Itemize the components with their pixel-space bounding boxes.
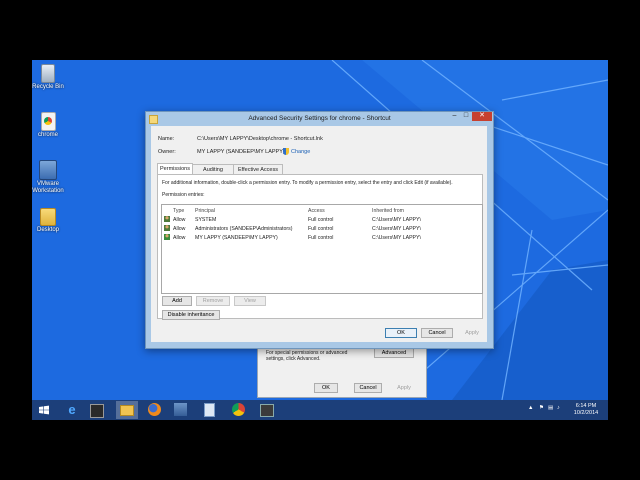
permission-entries-label: Permission entries: bbox=[162, 192, 205, 198]
mouse-cursor-icon bbox=[368, 275, 374, 281]
column-header-access[interactable]: Access bbox=[308, 208, 325, 214]
permissions-panel: For additional information, double-click… bbox=[157, 174, 483, 320]
name-label: Name: bbox=[158, 136, 175, 142]
ok-button[interactable]: OK bbox=[385, 328, 417, 338]
owner-label: Owner: bbox=[158, 149, 176, 155]
row-principal: MY LAPPY (SANDEEP\MY LAPPY) bbox=[195, 235, 278, 241]
desktop-icon-label: chrome bbox=[37, 132, 58, 138]
bg-cancel-button[interactable]: Cancel bbox=[354, 383, 382, 393]
user-icon bbox=[164, 234, 170, 240]
maximize-button[interactable]: □ bbox=[460, 112, 472, 121]
desktop-icon-label: Recycle Bin bbox=[32, 84, 64, 90]
remove-button[interactable]: Remove bbox=[196, 296, 230, 306]
add-button[interactable]: Add bbox=[162, 296, 192, 306]
recycle-bin-icon bbox=[41, 64, 55, 83]
desktop-icon-label: Desktop bbox=[36, 227, 59, 233]
tray-arrow-icon[interactable]: ▲ bbox=[528, 405, 533, 411]
row-type: Allow bbox=[173, 235, 186, 241]
desktop-icon-chrome[interactable]: chrome bbox=[32, 112, 66, 139]
bg-apply-button[interactable]: Apply bbox=[390, 383, 418, 393]
change-owner-link[interactable]: Change bbox=[291, 149, 310, 155]
user-group-icon bbox=[164, 216, 170, 222]
advanced-security-dialog: Advanced Security Settings for chrome - … bbox=[145, 111, 494, 349]
column-header-type[interactable]: Type bbox=[173, 208, 184, 214]
cancel-button[interactable]: Cancel bbox=[421, 328, 453, 338]
user-group-icon bbox=[164, 225, 170, 231]
title-bar[interactable]: Advanced Security Settings for chrome - … bbox=[146, 112, 493, 126]
file-explorer-icon[interactable] bbox=[116, 401, 138, 419]
notepad-icon[interactable] bbox=[204, 403, 215, 417]
row-type: Allow bbox=[173, 217, 186, 223]
row-type: Allow bbox=[173, 226, 186, 232]
apply-button[interactable]: Apply bbox=[457, 328, 487, 338]
folder-icon bbox=[40, 208, 56, 226]
close-button[interactable]: ✕ bbox=[472, 112, 492, 121]
desktop-icon-recycle-bin[interactable]: Recycle Bin bbox=[32, 64, 66, 91]
disable-inheritance-button[interactable]: Disable inheritance bbox=[162, 310, 220, 320]
start-button[interactable] bbox=[36, 402, 52, 418]
owner-value: MY LAPPY (SANDEEP\MY LAPPY) bbox=[197, 149, 285, 155]
minimize-button[interactable]: – bbox=[449, 112, 460, 121]
firefox-icon[interactable] bbox=[148, 403, 161, 416]
clock-time: 6:14 PM bbox=[575, 403, 597, 409]
shield-icon bbox=[283, 148, 289, 155]
dialog-title: Advanced Security Settings for chrome - … bbox=[248, 115, 391, 122]
advanced-hint-text: For special permissions or advanced sett… bbox=[266, 350, 348, 362]
desktop-icon-label: VMware Workstation bbox=[32, 181, 64, 194]
taskbar: e ▲ ⚑ ▤ ♪ 6:14 PM 10/2/2014 bbox=[32, 400, 608, 420]
clock-date: 10/2/2014 bbox=[573, 410, 599, 416]
properties-dialog-background: For special permissions or advanced sett… bbox=[257, 341, 427, 398]
row-inherited-from: C:\Users\MY LAPPY\ bbox=[372, 226, 421, 232]
info-text: For additional information, double-click… bbox=[162, 180, 453, 186]
desktop: Recycle Bin chrome VMware Workstation De… bbox=[32, 60, 608, 420]
bg-ok-button[interactable]: OK bbox=[314, 383, 338, 393]
vmware-icon bbox=[39, 160, 57, 180]
advanced-button[interactable]: Advanced bbox=[374, 348, 414, 358]
desktop-icon-vmware[interactable]: VMware Workstation bbox=[32, 160, 66, 195]
column-header-inherited-from[interactable]: Inherited from bbox=[372, 208, 404, 214]
desktop-icon-desktop[interactable]: Desktop bbox=[32, 208, 66, 234]
dialog-body: Name: C:\Users\MY LAPPY\Desktop\chrome -… bbox=[151, 126, 487, 342]
row-access: Full control bbox=[308, 226, 334, 232]
row-access: Full control bbox=[308, 217, 334, 223]
terminal-icon[interactable] bbox=[90, 404, 104, 418]
row-principal: Administrators (SANDEEP\Administrators) bbox=[195, 226, 293, 232]
permission-entries-list[interactable]: Type Principal Access Inherited from All… bbox=[161, 204, 483, 294]
chrome-icon[interactable] bbox=[232, 403, 245, 416]
row-inherited-from: C:\Users\MY LAPPY\ bbox=[372, 217, 421, 223]
row-principal: SYSTEM bbox=[195, 217, 217, 223]
volume-icon[interactable]: ♪ bbox=[557, 405, 560, 411]
shortcut-icon bbox=[40, 112, 56, 131]
name-value: C:\Users\MY LAPPY\Desktop\chrome - Short… bbox=[197, 136, 323, 142]
flag-icon[interactable]: ⚑ bbox=[539, 405, 544, 411]
windows-logo-icon bbox=[39, 405, 49, 415]
clock[interactable]: 6:14 PM 10/2/2014 bbox=[570, 403, 602, 417]
row-inherited-from: C:\Users\MY LAPPY\ bbox=[372, 235, 421, 241]
camtasia-icon[interactable] bbox=[260, 404, 274, 417]
network-icon[interactable]: ▤ bbox=[548, 405, 553, 411]
ie-icon[interactable]: e bbox=[64, 402, 80, 418]
view-button[interactable]: View bbox=[234, 296, 266, 306]
row-access: Full control bbox=[308, 235, 334, 241]
app-icon[interactable] bbox=[174, 403, 187, 416]
column-header-principal[interactable]: Principal bbox=[195, 208, 215, 214]
